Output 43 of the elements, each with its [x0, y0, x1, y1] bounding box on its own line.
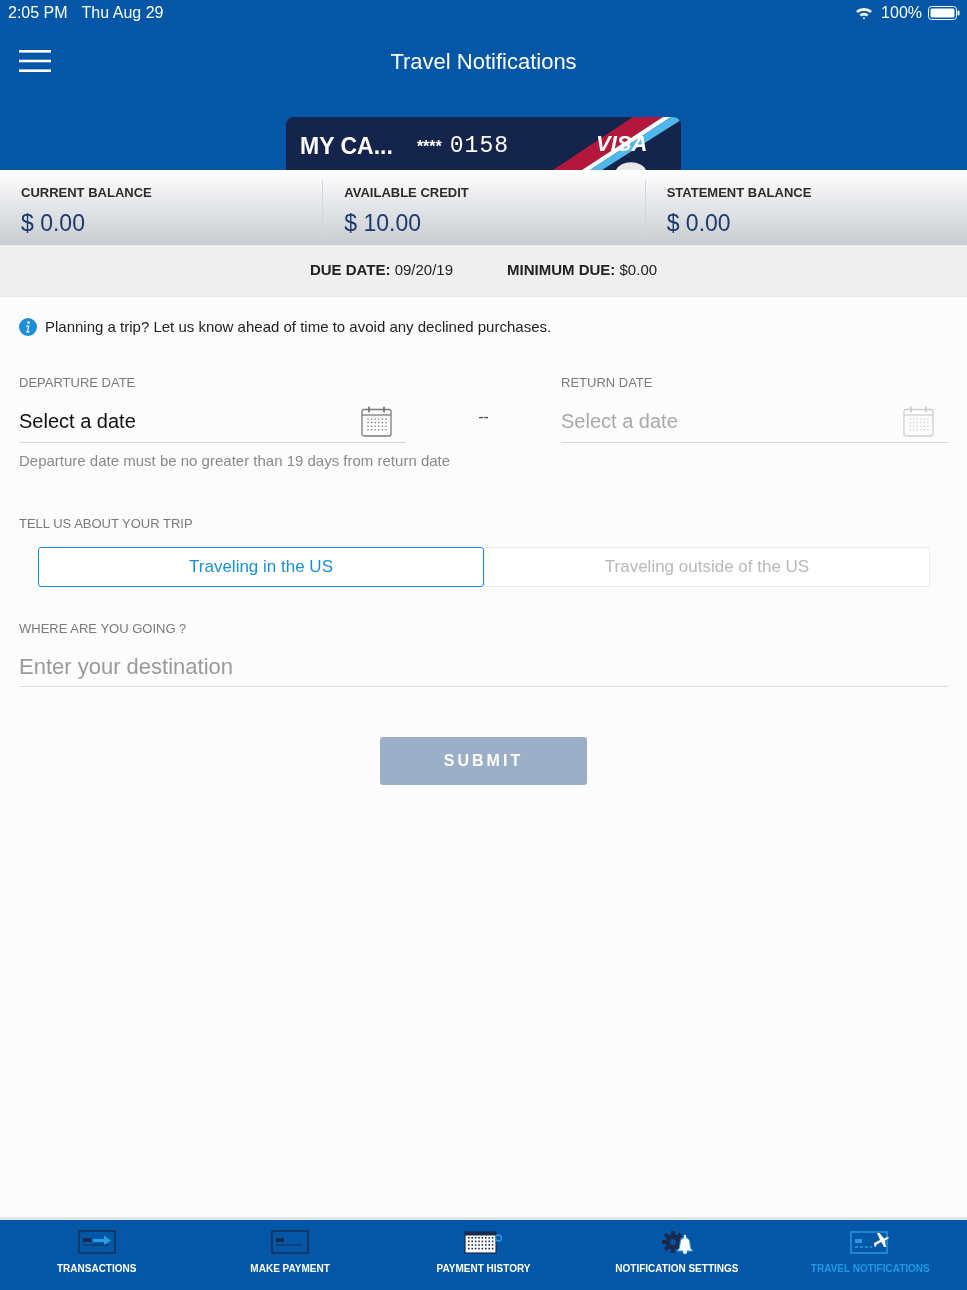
field-label: RETURN DATE: [561, 373, 654, 392]
menu-button[interactable]: [19, 50, 51, 72]
battery-icon: [928, 5, 960, 20]
destination-field[interactable]: Enter your destination: [19, 647, 948, 687]
calendar-coin-icon: [464, 1230, 503, 1254]
tab-label: NOTIFICATION SETTINGS: [615, 1262, 739, 1276]
balance-label: CURRENT BALANCE: [21, 184, 153, 202]
balance-label: AVAILABLE CREDIT: [344, 184, 470, 202]
tab-label: TRAVEL NOTIFICATIONS: [810, 1262, 930, 1276]
page-title: Travel Notifications: [390, 47, 577, 76]
card-mask: ****: [416, 136, 442, 157]
section-label: TELL US ABOUT YOUR TRIP: [19, 515, 194, 533]
tab-label: TRANSACTIONS: [56, 1262, 137, 1276]
tab-label: PAYMENT HISTORY: [436, 1262, 531, 1276]
menu-icon: [19, 50, 51, 72]
status-time: 2:05 PM: [8, 2, 68, 23]
balance-amount: $ 0.00: [666, 208, 732, 238]
date-range-separator: --: [478, 406, 489, 425]
due-info-text: MINIMUM DUE: $0.00: [507, 260, 658, 281]
tab-bar-item[interactable]: TRANSACTIONS: [0, 1220, 194, 1290]
card-name: MY CA...: [300, 132, 393, 162]
due-info-text: DUE DATE: 09/20/19: [309, 260, 454, 281]
info-icon: [19, 318, 37, 337]
battery-percent: 100%: [881, 2, 922, 23]
field-hint: Departure date must be no greater than 19 days from return date: [19, 451, 451, 471]
card-icon: [271, 1230, 310, 1254]
tab-bar-item[interactable]: NOTIFICATION SETTINGS: [580, 1220, 774, 1290]
balance-amount: $ 10.00: [344, 208, 423, 238]
tab-label: MAKE PAYMENT: [250, 1262, 330, 1276]
balance-amount: $ 0.00: [21, 208, 86, 238]
wifi-icon: [855, 5, 874, 20]
card-number: 0158: [449, 132, 509, 162]
field-label: WHERE ARE YOU GOING ?: [19, 619, 188, 638]
tab-bar-item[interactable]: PAYMENT HISTORY: [386, 1220, 581, 1290]
card-plane-icon: [850, 1230, 891, 1254]
segment-tab[interactable]: Traveling in the US: [38, 546, 484, 587]
status-date: Thu Aug 29: [81, 2, 164, 23]
field-label: DEPARTURE DATE: [19, 373, 137, 392]
tab-bar-item[interactable]: MAKE PAYMENT: [193, 1220, 387, 1290]
date-field[interactable]: Select a date: [19, 401, 361, 442]
balance-label: STATEMENT BALANCE: [666, 184, 813, 202]
calendar-icon[interactable]: [361, 406, 392, 437]
info-message: Planning a trip? Let us know ahead of time to avoid any declined purchases.: [45, 317, 552, 337]
